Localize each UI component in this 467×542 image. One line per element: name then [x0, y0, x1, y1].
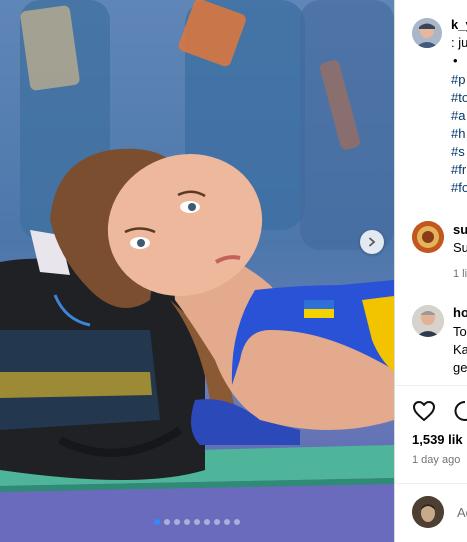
carousel-next-button[interactable] [360, 230, 384, 254]
post-side-panel: k_y : ju • #p #to #a #h #s #fr #fo su Su… [394, 0, 467, 542]
carousel-dot [214, 519, 220, 525]
comment-text-line: To [453, 324, 467, 339]
like-button[interactable] [412, 400, 436, 427]
carousel-dot [154, 519, 160, 525]
carousel-dot [174, 519, 180, 525]
commenter-avatar-photo [412, 305, 444, 337]
author-avatar-photo [412, 18, 442, 48]
commenter-avatar-photo [412, 221, 444, 253]
comment-text: Su [453, 240, 467, 255]
add-comment-input[interactable]: Ad [457, 505, 467, 521]
caption-first-line: : ju [451, 35, 467, 50]
heart-icon [413, 401, 435, 421]
comment-username[interactable]: su [453, 222, 467, 238]
post-timestamp[interactable]: 1 day ago [412, 452, 460, 468]
actions-divider [395, 385, 467, 386]
speech-bubble-icon [454, 401, 467, 421]
comment-username[interactable]: ho [453, 305, 467, 321]
author-avatar[interactable] [412, 18, 442, 48]
carousel-dot [164, 519, 170, 525]
post-photo [0, 0, 394, 542]
caption-bullet: • [453, 53, 458, 68]
chevron-right-icon [369, 237, 376, 247]
commenter-avatar[interactable] [412, 305, 444, 337]
current-user-avatar [412, 496, 444, 528]
carousel-dot [184, 519, 190, 525]
caption-username[interactable]: k_y [451, 17, 467, 33]
carousel-dot [194, 519, 200, 525]
carousel-dot [204, 519, 210, 525]
comment-text-line: Ka [453, 342, 467, 357]
hashtag-link[interactable]: #h [451, 126, 465, 142]
hashtag-link[interactable]: #s [451, 144, 465, 160]
post-media[interactable] [0, 0, 394, 542]
carousel-dot [234, 519, 240, 525]
comment-likes[interactable]: 1 li [453, 266, 467, 282]
comment-button[interactable] [453, 400, 467, 427]
carousel-indicator [0, 519, 394, 525]
comment-text-line: ge [453, 360, 467, 375]
likes-count[interactable]: 1,539 lik [412, 432, 463, 448]
commenter-avatar[interactable] [412, 221, 444, 253]
hashtag-link[interactable]: #to [451, 90, 467, 106]
hashtag-link[interactable]: #fo [451, 180, 467, 196]
hashtag-link[interactable]: #p [451, 72, 465, 88]
hashtag-link[interactable]: #a [451, 108, 465, 124]
current-user-avatar-photo [412, 496, 444, 528]
hashtag-link[interactable]: #fr [451, 162, 466, 178]
comment-box-divider [395, 483, 467, 484]
carousel-dot [224, 519, 230, 525]
